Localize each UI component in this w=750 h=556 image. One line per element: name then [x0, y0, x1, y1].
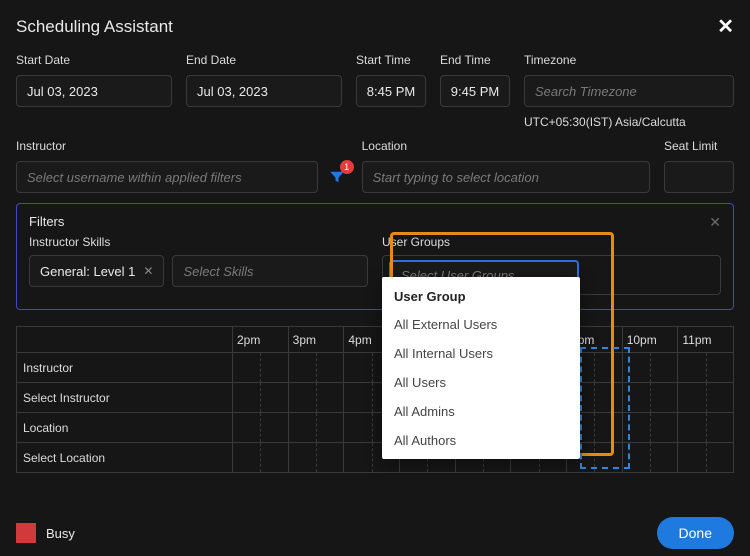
busy-swatch	[16, 523, 36, 543]
instructor-skills-label: Instructor Skills	[29, 235, 368, 249]
close-icon[interactable]: ✕	[717, 14, 734, 39]
start-date-label: Start Date	[16, 53, 172, 67]
dropdown-item[interactable]: All Internal Users	[382, 339, 580, 368]
dropdown-item[interactable]: All External Users	[382, 310, 580, 339]
start-time-label: Start Time	[356, 53, 426, 67]
skill-chip-label: General: Level 1	[40, 264, 135, 279]
skill-chip-remove-icon[interactable]: ✕	[143, 264, 153, 278]
filter-icon[interactable]: 1	[326, 166, 348, 188]
timeline-row-label[interactable]: Select Instructor	[17, 383, 233, 412]
hour-col: 11pm	[678, 327, 733, 352]
filters-title: Filters	[29, 214, 721, 229]
seat-limit-input[interactable]	[664, 161, 734, 193]
instructor-input[interactable]: Select username within applied filters	[16, 161, 318, 193]
busy-legend-label: Busy	[46, 526, 75, 541]
start-date-input[interactable]: Jul 03, 2023	[16, 75, 172, 107]
filters-close-icon[interactable]: ✕	[709, 214, 721, 231]
filter-count-badge: 1	[340, 160, 354, 174]
timeline-row-label: Instructor	[17, 353, 233, 382]
location-label: Location	[362, 139, 650, 153]
skills-input[interactable]: Select Skills	[172, 255, 368, 287]
location-input[interactable]: Start typing to select location	[362, 161, 650, 193]
dialog-title: Scheduling Assistant	[16, 17, 173, 37]
hour-col: 10pm	[623, 327, 679, 352]
dropdown-header: User Group	[382, 281, 580, 310]
hour-col: 3pm	[289, 327, 345, 352]
dropdown-item[interactable]: All Admins	[382, 397, 580, 426]
hour-col: 2pm	[233, 327, 289, 352]
timezone-input[interactable]: Search Timezone	[524, 75, 734, 107]
end-date-label: End Date	[186, 53, 342, 67]
instructor-label: Instructor	[16, 139, 348, 153]
filters-panel: Filters ✕ Instructor Skills General: Lev…	[16, 203, 734, 310]
end-time-input[interactable]: 9:45 PM	[440, 75, 510, 107]
end-time-label: End Time	[440, 53, 510, 67]
user-groups-dropdown: User Group All External Users All Intern…	[382, 277, 580, 459]
timezone-hint: UTC+05:30(IST) Asia/Calcutta	[524, 115, 734, 129]
start-time-input[interactable]: 8:45 PM	[356, 75, 426, 107]
dropdown-item[interactable]: All Authors	[382, 426, 580, 455]
dropdown-item[interactable]: All Users	[382, 368, 580, 397]
timeline-row-label[interactable]: Select Location	[17, 443, 233, 472]
user-groups-label: User Groups	[382, 235, 721, 249]
timeline-grid: 2pm 3pm 4pm 9pm 10pm 11pm Instructor Sel…	[16, 326, 734, 473]
skill-chip[interactable]: General: Level 1 ✕	[29, 255, 164, 287]
seat-limit-label: Seat Limit	[664, 139, 734, 153]
done-button[interactable]: Done	[657, 517, 734, 549]
timeline-row-label: Location	[17, 413, 233, 442]
end-date-input[interactable]: Jul 03, 2023	[186, 75, 342, 107]
timezone-label: Timezone	[524, 53, 734, 67]
